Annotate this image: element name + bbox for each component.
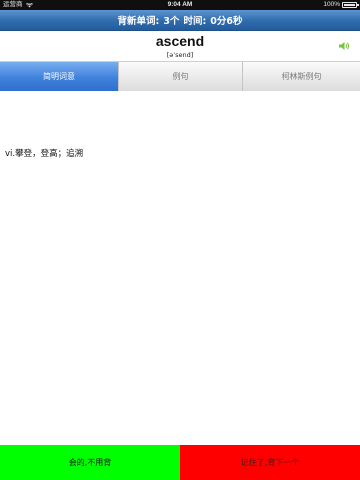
time-label: 时间: bbox=[183, 16, 207, 27]
tab-label: 简明词意 bbox=[43, 72, 75, 81]
known-button-label: 会的,不用背 bbox=[68, 458, 112, 467]
tab-bar: 简明词意 例句 柯林斯例句 bbox=[0, 62, 360, 91]
phonetic-text: [əˈsend] bbox=[166, 51, 194, 59]
app-root: 运营商 9:04 AM 100% 背新单词: 3个 时间: 0分6秒 ascen… bbox=[0, 0, 360, 480]
elapsed-time: 0分6秒 bbox=[210, 16, 243, 27]
speaker-icon[interactable] bbox=[338, 41, 350, 51]
next-word-button[interactable]: 记住了,背下一个 bbox=[180, 445, 360, 480]
status-time: 9:04 AM bbox=[167, 1, 193, 8]
battery-percent: 100% bbox=[323, 1, 340, 8]
battery-icon bbox=[342, 2, 359, 8]
title-prefix: 背新单词: bbox=[117, 16, 160, 27]
next-button-label: 记住了,背下一个 bbox=[240, 458, 300, 467]
tab-examples[interactable]: 例句 bbox=[119, 62, 243, 91]
word-text: ascend bbox=[155, 33, 205, 49]
word-header: ascend [əˈsend] bbox=[0, 31, 360, 62]
status-right: 100% bbox=[323, 0, 359, 10]
tab-collins-examples[interactable]: 柯林斯例句 bbox=[243, 62, 360, 91]
battery-fill bbox=[344, 4, 355, 6]
tab-label: 例句 bbox=[172, 72, 189, 81]
word-count: 3个 bbox=[163, 16, 180, 27]
action-bar: 会的,不用背 记住了,背下一个 bbox=[0, 445, 360, 480]
content-area: vi.攀登，登高；追溯 bbox=[0, 91, 360, 445]
tab-label: 柯林斯例句 bbox=[281, 72, 322, 81]
status-bar: 运营商 9:04 AM 100% bbox=[0, 0, 360, 10]
title-bar: 背新单词: 3个 时间: 0分6秒 bbox=[0, 10, 360, 31]
definition-text: vi.攀登，登高；追溯 bbox=[5, 149, 84, 159]
known-button[interactable]: 会的,不用背 bbox=[0, 445, 180, 480]
tab-brief-meaning[interactable]: 简明词意 bbox=[0, 62, 119, 91]
